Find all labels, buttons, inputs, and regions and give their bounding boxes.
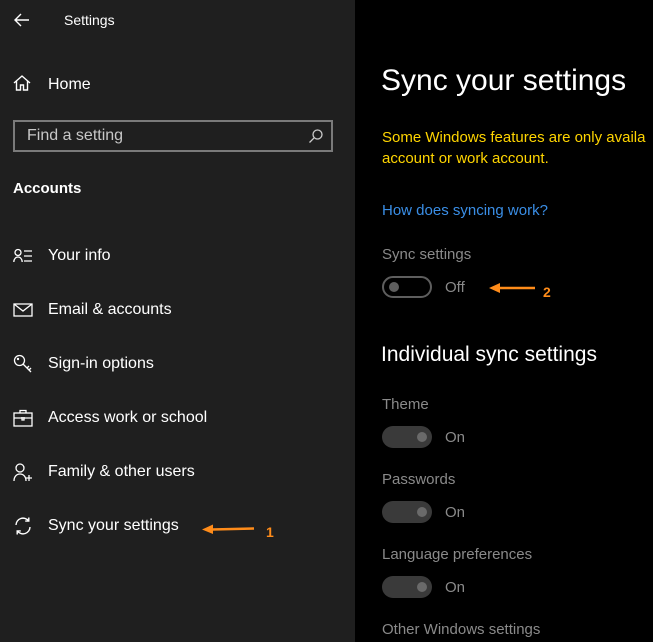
- passwords-toggle[interactable]: [382, 501, 432, 523]
- sync-icon: [12, 515, 34, 537]
- search-input[interactable]: [15, 122, 301, 150]
- main-pane: Sync your settings Some Windows features…: [355, 0, 653, 642]
- toggle-knob: [417, 432, 427, 442]
- sidebar-item-access-work-school[interactable]: Access work or school: [12, 406, 207, 430]
- briefcase-icon: [12, 407, 34, 429]
- home-label: Home: [48, 76, 91, 93]
- theme-label: Theme: [382, 396, 429, 413]
- annotation-arrow-1: [202, 524, 255, 534]
- search-icon[interactable]: [301, 122, 331, 150]
- sidebar-item-label: Sync your settings: [48, 517, 179, 534]
- toggle-knob: [389, 282, 399, 292]
- section-title: Accounts: [13, 180, 82, 197]
- sidebar-item-your-info[interactable]: Your info: [12, 244, 111, 268]
- language-preferences-state: On: [445, 579, 466, 596]
- notice-text: Some Windows features are only availa ac…: [382, 127, 653, 169]
- search-box: [13, 120, 333, 152]
- how-syncing-works-link[interactable]: How does syncing work?: [382, 202, 548, 219]
- key-icon: [12, 353, 34, 375]
- annotation-arrow-2: [489, 283, 535, 293]
- passwords-label: Passwords: [382, 471, 456, 488]
- toggle-knob: [417, 507, 427, 517]
- individual-sync-heading: Individual sync settings: [381, 343, 597, 366]
- annotation-number-2: 2: [543, 284, 551, 300]
- sidebar-item-label: Access work or school: [48, 409, 208, 426]
- theme-state: On: [445, 429, 466, 446]
- notice-line: Some Windows features are only availa: [382, 129, 646, 146]
- language-preferences-toggle[interactable]: [382, 576, 432, 598]
- mail-icon: [12, 299, 34, 321]
- window-title: Settings: [64, 12, 115, 28]
- sidebar: Settings Home Accounts Your info Email &…: [0, 0, 355, 642]
- language-preferences-label: Language preferences: [382, 546, 533, 563]
- sidebar-item-sync-your-settings[interactable]: Sync your settings: [12, 514, 179, 538]
- page-title: Sync your settings: [381, 64, 627, 97]
- sync-settings-toggle[interactable]: [382, 276, 432, 298]
- home-nav-item[interactable]: Home: [12, 74, 91, 96]
- sidebar-item-email-accounts[interactable]: Email & accounts: [12, 298, 172, 322]
- sidebar-item-label: Email & accounts: [48, 301, 172, 318]
- annotation-number-1: 1: [266, 524, 274, 540]
- sync-settings-state: Off: [445, 279, 465, 296]
- sidebar-item-label: Family & other users: [48, 463, 195, 480]
- other-windows-settings-label: Other Windows settings: [382, 621, 541, 638]
- back-arrow-icon[interactable]: [10, 8, 34, 32]
- toggle-knob: [417, 582, 427, 592]
- home-icon: [12, 73, 32, 98]
- person-add-icon: [12, 461, 34, 483]
- sidebar-item-sign-in-options[interactable]: Sign-in options: [12, 352, 154, 376]
- passwords-state: On: [445, 504, 466, 521]
- sidebar-item-family-other-users[interactable]: Family & other users: [12, 460, 195, 484]
- theme-toggle[interactable]: [382, 426, 432, 448]
- sidebar-item-label: Sign-in options: [48, 355, 154, 372]
- sidebar-item-label: Your info: [48, 247, 111, 264]
- person-info-icon: [12, 245, 34, 267]
- notice-line: account or work account.: [382, 150, 549, 167]
- sync-settings-label: Sync settings: [382, 246, 472, 263]
